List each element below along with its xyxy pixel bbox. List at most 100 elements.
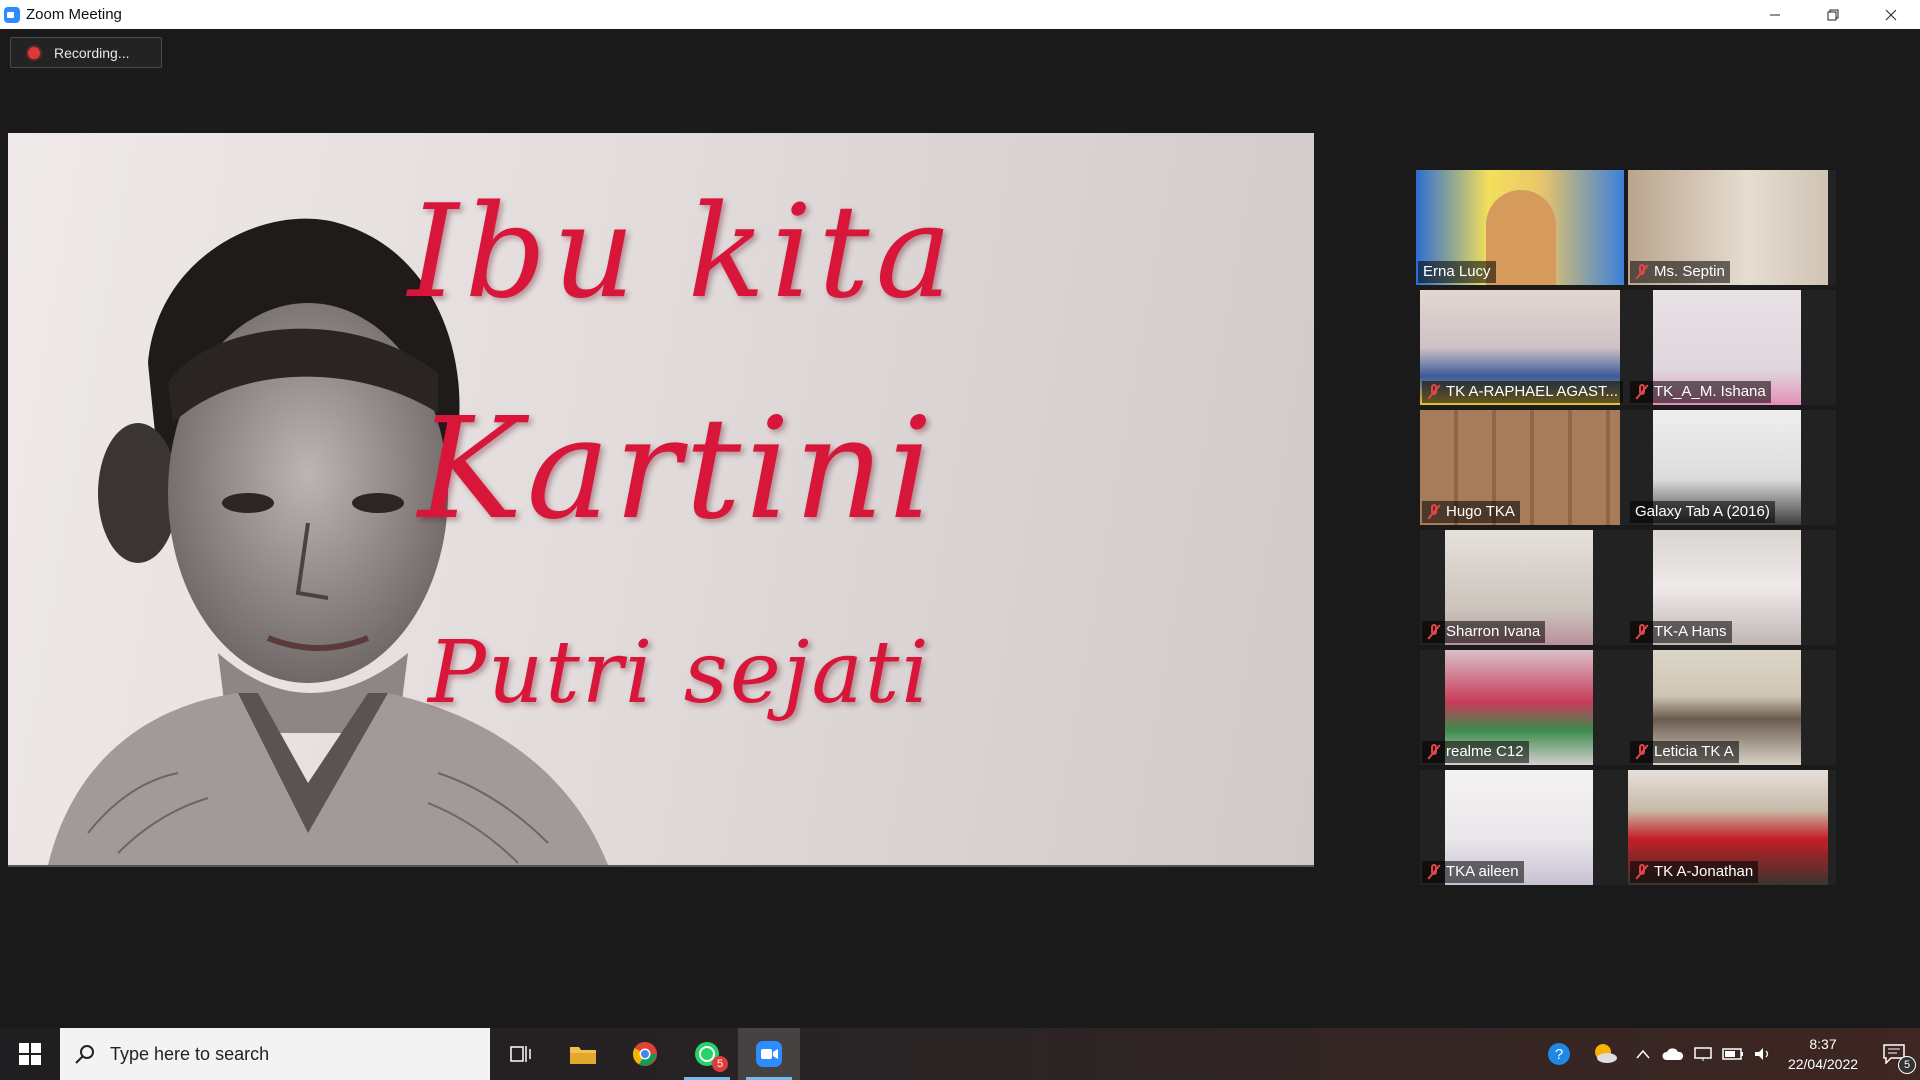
recording-label: Recording... [54,44,130,61]
notification-count-badge: 5 [1898,1056,1916,1074]
chevron-up-icon [1636,1049,1650,1059]
participant-tile[interactable]: Ms. Septin [1628,170,1836,285]
participant-name-label: TKA aileen [1422,861,1524,883]
close-button[interactable] [1862,0,1920,29]
zoom-taskbar-button[interactable] [738,1028,800,1080]
battery-tray-button[interactable] [1718,1028,1748,1080]
participant-name-label: Hugo TKA [1422,501,1520,523]
system-tray: ? 8:37 22/04/2022 5 [1536,1028,1920,1080]
task-view-icon [510,1046,531,1062]
participant-name-label: Galaxy Tab A (2016) [1630,501,1775,523]
participant-name: Sharron Ivana [1446,623,1541,640]
zoom-app-icon [4,6,20,23]
weather-tray-button[interactable] [1582,1028,1628,1080]
restore-button[interactable] [1804,0,1862,29]
taskbar-clock[interactable]: 8:37 22/04/2022 [1778,1034,1868,1074]
participant-tile[interactable]: realme C12 [1420,650,1628,765]
participant-name-label: TK A-Jonathan [1630,861,1759,883]
participant-name-label: Leticia TK A [1630,741,1739,763]
participant-name-label: Erna Lucy [1418,261,1496,283]
windows-icon [19,1043,41,1065]
whatsapp-badge: 5 [712,1056,728,1072]
muted-mic-icon [1427,504,1441,520]
shared-screen: Ibu kita Kartini Putri sejati [8,133,1314,867]
task-view-button[interactable] [490,1028,552,1080]
share-text-line3: Putri sejati [428,623,931,723]
network-tray-button[interactable] [1688,1028,1718,1080]
speaker-figure [1486,190,1556,285]
volume-tray-button[interactable] [1748,1028,1778,1080]
show-hidden-icons-button[interactable] [1628,1028,1658,1080]
window-controls [1746,0,1920,29]
participant-tile[interactable]: TK A-Jonathan [1628,770,1836,885]
svg-text:?: ? [1555,1046,1563,1063]
clock-time: 8:37 [1809,1036,1837,1052]
taskbar: Type here to search 5 ? 8:37 22/04/2022 … [0,1028,1920,1080]
notifications-button[interactable]: 5 [1868,1028,1920,1080]
participant-name: TK A-Jonathan [1654,863,1754,880]
close-icon [1885,9,1897,20]
participant-name-label: TK-A Hans [1630,621,1732,643]
participant-name: Galaxy Tab A (2016) [1635,503,1770,520]
participant-tile[interactable]: Sharron Ivana [1420,530,1628,645]
restore-icon [1827,9,1839,20]
minimize-button[interactable] [1746,0,1804,29]
share-text-line1: Ibu kita [408,178,958,327]
meeting-area: Recording... Ibu kita Kartini Putri seja… [0,29,1920,1028]
recording-indicator[interactable]: Recording... [10,37,162,68]
title-bar: Zoom Meeting [0,0,1920,29]
clock-date: 22/04/2022 [1787,1056,1859,1072]
search-placeholder: Type here to search [110,1043,270,1064]
start-button[interactable] [0,1028,60,1080]
participant-name: TK_A_M. Ishana [1654,383,1766,400]
muted-mic-icon [1427,384,1441,400]
participant-name: TK-A Hans [1654,623,1727,640]
participant-tile[interactable]: Galaxy Tab A (2016) [1628,410,1836,525]
chrome-icon [632,1042,657,1066]
share-text-line2: Kartini [418,388,937,551]
muted-mic-icon [1635,864,1649,880]
muted-mic-icon [1635,384,1649,400]
search-icon [75,1045,94,1064]
zoom-icon [756,1041,782,1067]
participant-tile[interactable]: TK-A Hans [1628,530,1836,645]
participant-tile[interactable]: Erna Lucy [1416,170,1624,285]
muted-mic-icon [1635,744,1649,760]
weather-icon [1595,1044,1617,1063]
window-title: Zoom Meeting [26,6,122,23]
participant-name-label: Ms. Septin [1630,261,1730,283]
participant-name-label: TK A-RAPHAEL AGAST... [1422,381,1624,403]
participant-name-label: TK_A_M. Ishana [1630,381,1771,403]
participant-tile[interactable]: TKA aileen [1420,770,1628,885]
onedrive-tray-button[interactable] [1658,1028,1688,1080]
whatsapp-button[interactable]: 5 [676,1028,738,1080]
network-icon [1694,1047,1712,1061]
participant-name-label: realme C12 [1422,741,1529,763]
help-icon: ? [1548,1043,1570,1065]
participant-name: Leticia TK A [1654,743,1734,760]
muted-mic-icon [1427,624,1441,640]
muted-mic-icon [1635,624,1649,640]
participant-tile[interactable]: Hugo TKA [1420,410,1628,525]
participant-tile[interactable]: Leticia TK A [1628,650,1836,765]
participant-name-label: Sharron Ivana [1422,621,1546,643]
battery-icon [1722,1048,1743,1060]
muted-mic-icon [1427,864,1441,880]
help-tray-button[interactable]: ? [1536,1028,1582,1080]
participant-name: Ms. Septin [1654,263,1725,280]
participant-name: Hugo TKA [1446,503,1515,520]
participant-tile[interactable]: TK_A_M. Ishana [1628,290,1836,405]
chrome-button[interactable] [614,1028,676,1080]
muted-mic-icon [1635,264,1649,280]
participant-tile[interactable]: TK A-RAPHAEL AGAST... [1420,290,1628,405]
speaker-icon [1755,1048,1769,1060]
participant-name: TK A-RAPHAEL AGAST... [1446,383,1619,400]
muted-mic-icon [1427,744,1441,760]
cloud-icon [1662,1048,1684,1060]
folder-icon [570,1047,596,1064]
participant-name: TKA aileen [1446,863,1519,880]
file-explorer-button[interactable] [552,1028,614,1080]
participant-name: Erna Lucy [1423,263,1491,280]
taskbar-search-box[interactable]: Type here to search [60,1028,490,1080]
minimize-icon [1770,14,1780,15]
